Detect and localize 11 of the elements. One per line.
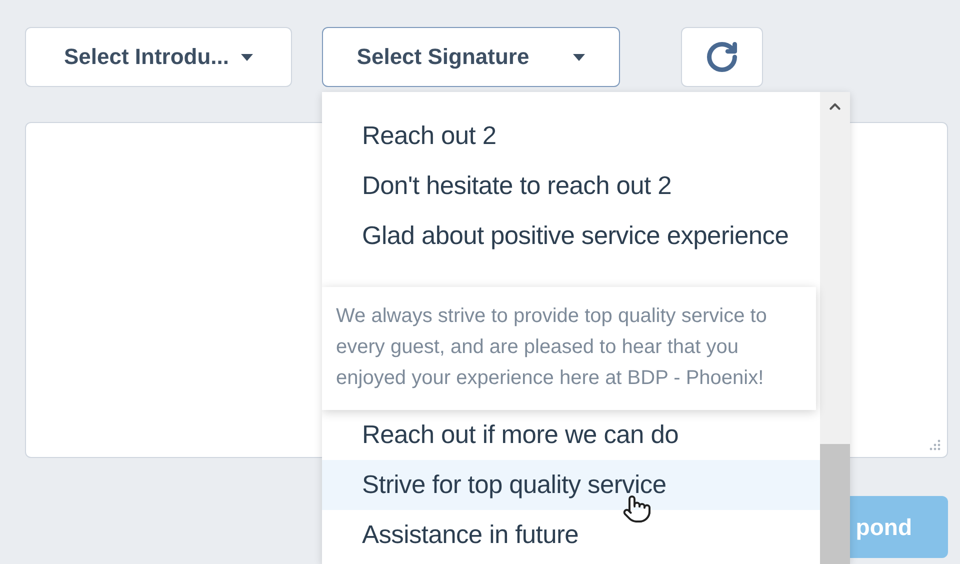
signature-select[interactable]: Select Signature bbox=[322, 27, 620, 87]
tooltip: We always strive to provide top quality service to every guest, and are pleased to hear that you enjoyed your experience here at BDP - Phoenix! bbox=[322, 287, 816, 410]
refresh-icon bbox=[705, 40, 739, 74]
hand-cursor-icon bbox=[622, 494, 652, 524]
resize-grip-icon bbox=[929, 439, 941, 451]
caret-icon bbox=[241, 54, 254, 60]
scroll-thumb[interactable] bbox=[820, 444, 850, 564]
refresh-button[interactable] bbox=[681, 27, 763, 87]
introduction-select[interactable]: Select Introdu... bbox=[25, 27, 292, 87]
caret-icon bbox=[573, 54, 586, 60]
scrollbar[interactable] bbox=[820, 92, 850, 564]
